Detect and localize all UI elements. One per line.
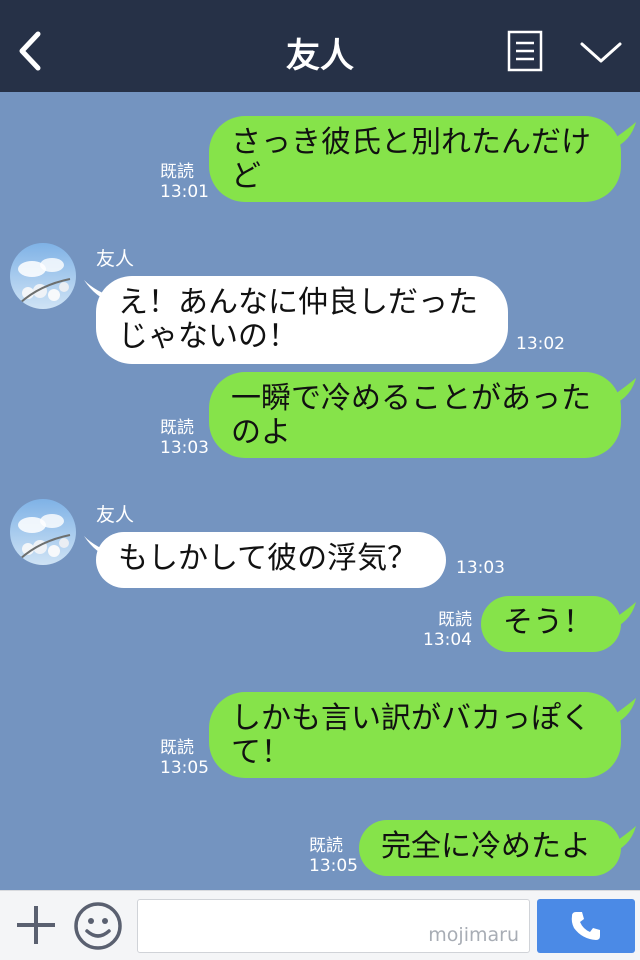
chevron-down-icon[interactable] (578, 38, 624, 66)
timestamp: 13:05 (160, 758, 209, 778)
sent-message-bubble[interactable]: そう！ (481, 596, 621, 652)
sent-message-bubble[interactable]: 一瞬で冷めることがあった のよ (209, 372, 621, 458)
message-line: のよ (231, 415, 291, 450)
timestamp: 13:01 (160, 182, 209, 202)
message-line: ど (231, 159, 261, 194)
received-message-bubble[interactable]: もしかして彼の浮気？ (96, 532, 446, 588)
received-message-bubble[interactable]: え！あんなに仲良しだった じゃないの！ (96, 276, 508, 364)
timestamp: 13:03 (456, 558, 505, 578)
phone-icon (571, 912, 600, 940)
timestamp: 13:03 (160, 438, 209, 458)
timestamp: 13:05 (309, 856, 358, 876)
sent-message-bubble[interactable]: さっき彼氏と別れたんだけ ど (209, 116, 621, 202)
sent-message-bubble[interactable]: 完全に冷めたよ (359, 820, 621, 876)
message-meta: 既読 13:01 (160, 162, 209, 202)
message-line: そう！ (503, 605, 593, 640)
avatar[interactable] (10, 243, 76, 309)
avatar[interactable] (10, 499, 76, 565)
message-line: じゃないの！ (118, 319, 298, 354)
message-meta: 既読 13:03 (160, 418, 209, 458)
message-line: さっき彼氏と別れたんだけ (231, 125, 591, 160)
emoji-icon[interactable] (73, 901, 123, 951)
read-receipt: 既読 (160, 162, 194, 182)
watermark-text: mojimaru (428, 924, 519, 946)
message-line: て！ (231, 735, 291, 770)
message-line: え！あんなに仲良しだった (118, 285, 478, 320)
read-receipt: 既読 (438, 610, 472, 630)
chat-header: 友人 (0, 0, 640, 92)
sender-name: 友人 (96, 504, 135, 526)
message-line: しかも言い訳がバカっぽく (231, 701, 591, 736)
menu-list-icon[interactable] (507, 30, 543, 72)
message-meta: 既読 13:05 (309, 836, 358, 876)
timestamp: 13:04 (423, 630, 472, 650)
message-line: もしかして彼の浮気？ (118, 541, 418, 576)
plus-icon[interactable] (14, 903, 58, 947)
read-receipt: 既読 (160, 418, 194, 438)
message-meta: 既読 13:04 (412, 610, 472, 650)
call-button[interactable] (537, 899, 635, 953)
message-input[interactable]: mojimaru (137, 899, 530, 953)
input-bar: mojimaru (0, 890, 640, 960)
sent-message-bubble[interactable]: しかも言い訳がバカっぽく て！ (209, 692, 621, 778)
read-receipt: 既読 (160, 738, 194, 758)
chat-area[interactable]: 既読 13:01 さっき彼氏と別れたんだけ ど 友人 え！あんなに仲良しだった … (0, 92, 640, 890)
chat-title: 友人 (286, 36, 354, 76)
timestamp: 13:02 (516, 334, 565, 354)
message-line: 完全に冷めたよ (381, 829, 591, 864)
message-line: 一瞬で冷めることがあった (231, 381, 591, 416)
sender-name: 友人 (96, 248, 135, 270)
read-receipt: 既読 (309, 836, 343, 856)
message-meta: 既読 13:05 (160, 738, 209, 778)
